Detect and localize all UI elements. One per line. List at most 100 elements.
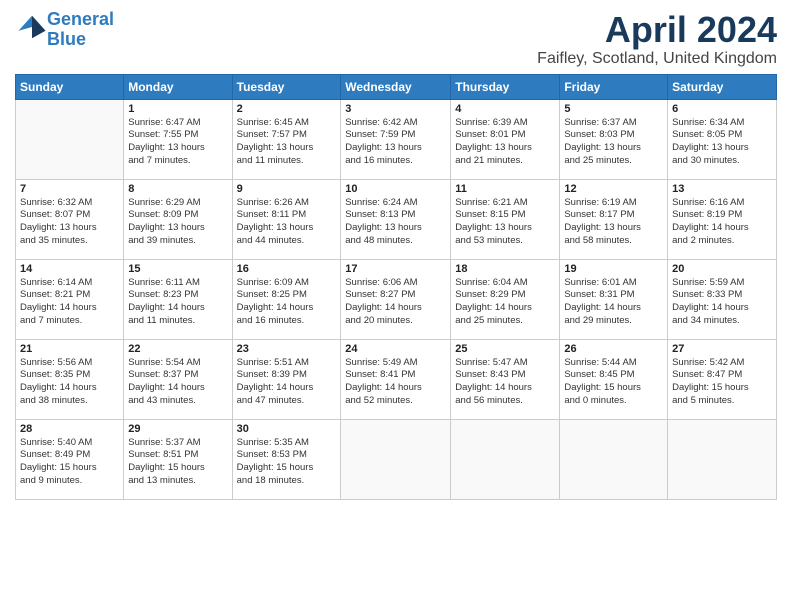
day-number: 6 [672, 103, 772, 115]
calendar-cell: 8 Sunrise: 6:29 AM Sunset: 8:09 PM Daylig… [124, 179, 232, 259]
calendar-cell: 9Sunrise: 6:26 AM Sunset: 8:11 PM Daylig… [232, 179, 341, 259]
calendar-cell: 20 Sunrise: 5:59 AM Sunset: 8:33 PM Dayli… [668, 259, 777, 339]
day-info: Sunrise: 5:49 AM Sunset: 8:41 PM Dayligh… [345, 357, 446, 408]
calendar-cell: 24 Sunrise: 5:49 AM Sunset: 8:41 PM Dayli… [341, 339, 451, 419]
day-info: Sunrise: 6:34 AM Sunset: 8:05 PM Dayligh… [672, 117, 772, 168]
calendar-cell [341, 419, 451, 499]
calendar-cell [451, 419, 560, 499]
day-number: 25 [455, 343, 555, 355]
calendar-cell [668, 419, 777, 499]
day-info: Sunrise: 6:47 AM Sunset: 7:55 PM Dayligh… [128, 117, 227, 168]
calendar-cell: 3 Sunrise: 6:42 AM Sunset: 7:59 PM Daylig… [341, 99, 451, 179]
day-info: Sunrise: 6:04 AM Sunset: 8:29 PM Dayligh… [455, 277, 555, 328]
day-info: Sunrise: 6:26 AM Sunset: 8:11 PM Dayligh… [237, 197, 337, 248]
day-number: 21 [20, 343, 119, 355]
day-info: Sunrise: 6:42 AM Sunset: 7:59 PM Dayligh… [345, 117, 446, 168]
calendar-cell: 22 Sunrise: 5:54 AM Sunset: 8:37 PM Dayli… [124, 339, 232, 419]
header-thursday: Thursday [451, 74, 560, 99]
day-info: Sunrise: 6:19 AM Sunset: 8:17 PM Dayligh… [564, 197, 663, 248]
day-number: 26 [564, 343, 663, 355]
day-info: Sunrise: 6:01 AM Sunset: 8:31 PM Dayligh… [564, 277, 663, 328]
day-number: 17 [345, 263, 446, 275]
day-number: 3 [345, 103, 446, 115]
calendar-cell [16, 99, 124, 179]
calendar-cell [560, 419, 668, 499]
location-subtitle: Faifley, Scotland, United Kingdom [537, 50, 777, 68]
calendar-cell: 4 Sunrise: 6:39 AM Sunset: 8:01 PM Daylig… [451, 99, 560, 179]
calendar-cell: 23Sunrise: 5:51 AM Sunset: 8:39 PM Dayli… [232, 339, 341, 419]
calendar-cell: 12 Sunrise: 6:19 AM Sunset: 8:17 PM Dayli… [560, 179, 668, 259]
day-info: Sunrise: 6:32 AM Sunset: 8:07 PM Dayligh… [20, 197, 119, 248]
day-number: 16 [237, 263, 337, 275]
day-info: Sunrise: 6:45 AM Sunset: 7:57 PM Dayligh… [237, 117, 337, 168]
day-number: 22 [128, 343, 227, 355]
calendar-cell: 16 Sunrise: 6:09 AM Sunset: 8:25 PM Dayli… [232, 259, 341, 339]
day-number: 11 [455, 183, 555, 195]
day-info: Sunrise: 5:37 AM Sunset: 8:51 PM Dayligh… [128, 437, 227, 488]
day-number: 18 [455, 263, 555, 275]
day-number: 27 [672, 343, 772, 355]
calendar-cell: 2 Sunrise: 6:45 AM Sunset: 7:57 PM Daylig… [232, 99, 341, 179]
day-number: 2 [237, 103, 337, 115]
calendar-cell: 1 Sunrise: 6:47 AM Sunset: 7:55 PM Daylig… [124, 99, 232, 179]
calendar-cell: 11 Sunrise: 6:21 AM Sunset: 8:15 PM Dayli… [451, 179, 560, 259]
week-row-1: 1 Sunrise: 6:47 AM Sunset: 7:55 PM Daylig… [16, 99, 777, 179]
day-number: 12 [564, 183, 663, 195]
calendar-cell: 25 Sunrise: 5:47 AM Sunset: 8:43 PM Dayli… [451, 339, 560, 419]
day-info: Sunrise: 6:11 AM Sunset: 8:23 PM Dayligh… [128, 277, 227, 328]
day-info: Sunrise: 5:35 AM Sunset: 8:53 PM Dayligh… [237, 437, 337, 488]
calendar-cell: 26Sunrise: 5:44 AM Sunset: 8:45 PM Dayli… [560, 339, 668, 419]
day-number: 1 [128, 103, 227, 115]
day-info: Sunrise: 5:40 AM Sunset: 8:49 PM Dayligh… [20, 437, 119, 488]
logo-general: General [47, 9, 114, 29]
calendar-cell: 14Sunrise: 6:14 AM Sunset: 8:21 PM Dayli… [16, 259, 124, 339]
day-info: Sunrise: 5:56 AM Sunset: 8:35 PM Dayligh… [20, 357, 119, 408]
day-number: 20 [672, 263, 772, 275]
calendar-cell: 17 Sunrise: 6:06 AM Sunset: 8:27 PM Dayli… [341, 259, 451, 339]
day-number: 24 [345, 343, 446, 355]
week-row-4: 21 Sunrise: 5:56 AM Sunset: 8:35 PM Dayli… [16, 339, 777, 419]
logo-blue: Blue [47, 29, 86, 49]
day-info: Sunrise: 6:16 AM Sunset: 8:19 PM Dayligh… [672, 197, 772, 248]
calendar-cell: 10Sunrise: 6:24 AM Sunset: 8:13 PM Dayli… [341, 179, 451, 259]
day-info: Sunrise: 5:42 AM Sunset: 8:47 PM Dayligh… [672, 357, 772, 408]
day-info: Sunrise: 5:47 AM Sunset: 8:43 PM Dayligh… [455, 357, 555, 408]
header-monday: Monday [124, 74, 232, 99]
header: General Blue April 2024 Faifley, Scotlan… [15, 10, 777, 68]
day-number: 29 [128, 423, 227, 435]
day-number: 8 [128, 183, 227, 195]
day-info: Sunrise: 6:09 AM Sunset: 8:25 PM Dayligh… [237, 277, 337, 328]
logo-icon [17, 12, 47, 42]
calendar-cell: 7 Sunrise: 6:32 AM Sunset: 8:07 PM Daylig… [16, 179, 124, 259]
page: General Blue April 2024 Faifley, Scotlan… [0, 0, 792, 612]
header-saturday: Saturday [668, 74, 777, 99]
calendar: Sunday Monday Tuesday Wednesday Thursday… [15, 74, 777, 500]
day-info: Sunrise: 6:14 AM Sunset: 8:21 PM Dayligh… [20, 277, 119, 328]
header-wednesday: Wednesday [341, 74, 451, 99]
header-friday: Friday [560, 74, 668, 99]
day-number: 7 [20, 183, 119, 195]
day-info: Sunrise: 6:06 AM Sunset: 8:27 PM Dayligh… [345, 277, 446, 328]
calendar-cell: 29 Sunrise: 5:37 AM Sunset: 8:51 PM Dayli… [124, 419, 232, 499]
calendar-cell: 19 Sunrise: 6:01 AM Sunset: 8:31 PM Dayli… [560, 259, 668, 339]
week-row-3: 14Sunrise: 6:14 AM Sunset: 8:21 PM Dayli… [16, 259, 777, 339]
day-number: 10 [345, 183, 446, 195]
week-row-2: 7 Sunrise: 6:32 AM Sunset: 8:07 PM Daylig… [16, 179, 777, 259]
calendar-cell: 5Sunrise: 6:37 AM Sunset: 8:03 PM Daylig… [560, 99, 668, 179]
day-info: Sunrise: 6:39 AM Sunset: 8:01 PM Dayligh… [455, 117, 555, 168]
day-number: 19 [564, 263, 663, 275]
day-number: 5 [564, 103, 663, 115]
day-info: Sunrise: 6:29 AM Sunset: 8:09 PM Dayligh… [128, 197, 227, 248]
day-number: 28 [20, 423, 119, 435]
calendar-cell: 18 Sunrise: 6:04 AM Sunset: 8:29 PM Dayli… [451, 259, 560, 339]
day-info: Sunrise: 5:51 AM Sunset: 8:39 PM Dayligh… [237, 357, 337, 408]
header-tuesday: Tuesday [232, 74, 341, 99]
day-info: Sunrise: 6:21 AM Sunset: 8:15 PM Dayligh… [455, 197, 555, 248]
day-info: Sunrise: 5:59 AM Sunset: 8:33 PM Dayligh… [672, 277, 772, 328]
day-number: 15 [128, 263, 227, 275]
weekday-header-row: Sunday Monday Tuesday Wednesday Thursday… [16, 74, 777, 99]
day-info: Sunrise: 5:54 AM Sunset: 8:37 PM Dayligh… [128, 357, 227, 408]
calendar-cell: 15 Sunrise: 6:11 AM Sunset: 8:23 PM Dayli… [124, 259, 232, 339]
day-number: 4 [455, 103, 555, 115]
calendar-cell: 27 Sunrise: 5:42 AM Sunset: 8:47 PM Dayli… [668, 339, 777, 419]
